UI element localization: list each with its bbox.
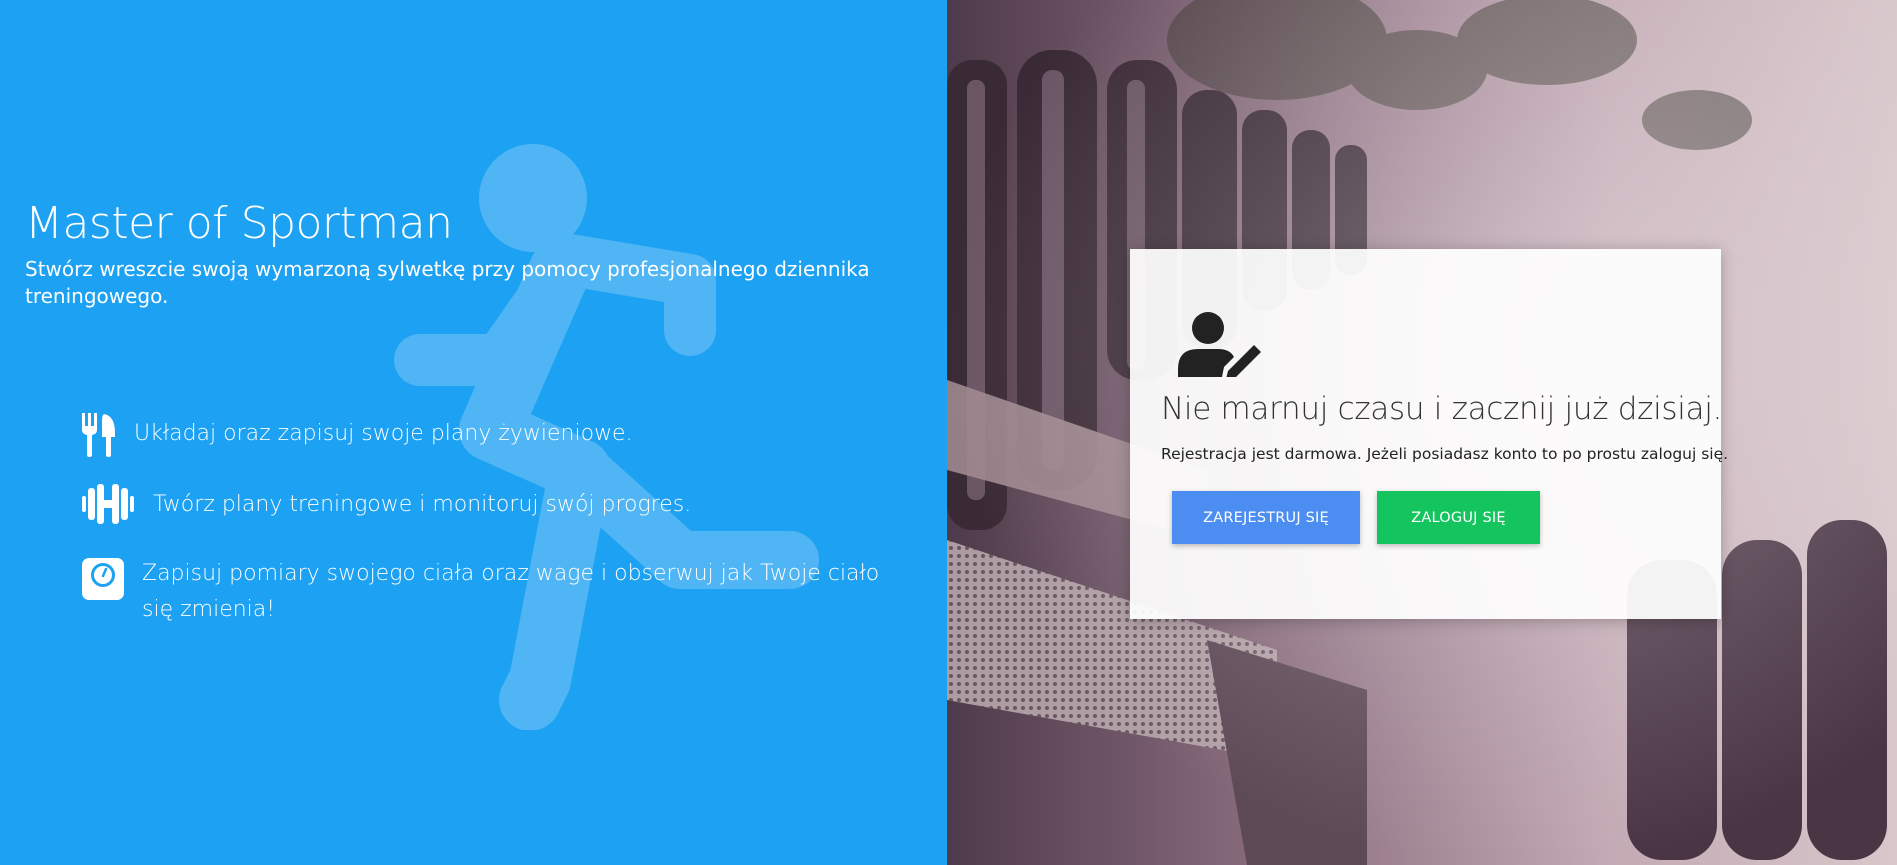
page-subtitle: Stwórz wreszcie swoją wymarzoną sylwetkę… [25, 257, 870, 308]
register-button[interactable]: ZAREJESTRUJ SIĘ [1172, 491, 1360, 544]
cutlery-icon [82, 413, 115, 457]
signup-card: Nie marnuj czasu i zacznij już dzisiaj. … [1130, 249, 1728, 619]
login-button[interactable]: ZALOGUJ SIĘ [1377, 491, 1540, 544]
hero-panel: Master of Sportman Stwórz wreszcie swoją… [0, 0, 947, 865]
feature-measurements-text: Zapisuj pomiary swojego ciała oraz wage … [142, 561, 880, 622]
feature-nutrition-text: Układaj oraz zapisuj swoje plany żywieni… [134, 421, 633, 446]
feature-measurements: Zapisuj pomiary swojego ciała oraz wage … [82, 558, 902, 628]
auth-panel: Nie marnuj czasu i zacznij już dzisiaj. … [947, 0, 1897, 865]
dumbbell-icon [82, 484, 134, 524]
page-title: Master of Sportman [25, 198, 453, 249]
card-description: Rejestracja jest darmowa. Jeżeli posiada… [1161, 445, 1729, 463]
user-edit-icon [1178, 312, 1261, 377]
weight-scale-icon [82, 558, 124, 600]
card-title: Nie marnuj czasu i zacznij już dzisiaj. [1161, 391, 1723, 427]
feature-training-text: Twórz plany treningowe i monitoruj swój … [153, 492, 692, 517]
feature-training: Twórz plany treningowe i monitoruj swój … [82, 484, 691, 524]
landing-page: Master of Sportman Stwórz wreszcie swoją… [0, 0, 1897, 865]
feature-nutrition: Układaj oraz zapisuj swoje plany żywieni… [82, 413, 633, 457]
